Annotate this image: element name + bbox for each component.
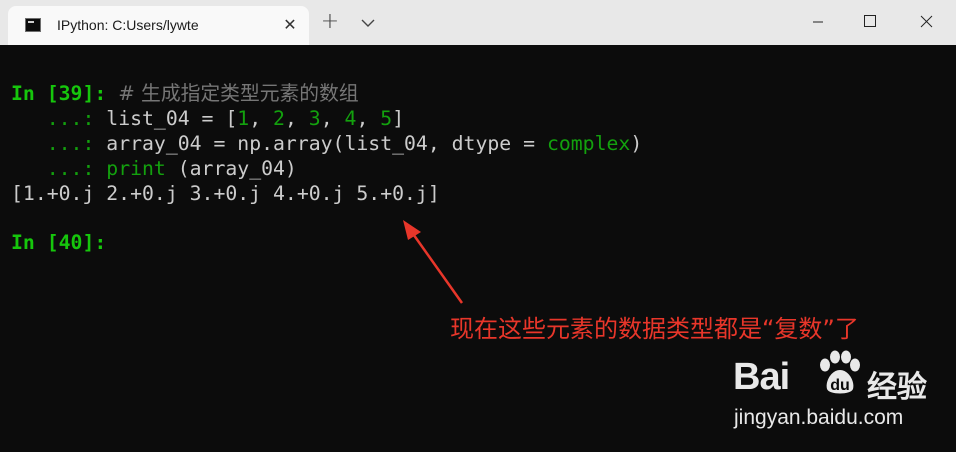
input-prompt: In [40]:	[11, 231, 107, 254]
number-literal: 2	[273, 107, 285, 130]
baidu-jingyan-watermark: Bai du 经验 jingyan.baidu.com	[733, 350, 948, 430]
input-line-40: In [40]:	[11, 231, 106, 255]
code-line: ...: array_04 = np.array(list_04, dtype …	[11, 132, 643, 156]
watermark-logo-tail: 经验	[867, 370, 927, 405]
new-tab-button[interactable]: +	[318, 10, 342, 34]
terminal-tab[interactable]: IPython: C:Users/lywte ✕	[8, 6, 309, 45]
code-text: ,	[284, 107, 309, 130]
code-text: ]	[392, 107, 405, 130]
code-line: ...: list_04 = [1, 2, 3, 4, 5]	[11, 107, 404, 131]
minimize-button[interactable]	[795, 0, 841, 45]
number-literal: 3	[308, 107, 321, 130]
tab-close-icon[interactable]: ✕	[280, 15, 300, 35]
continuation-prompt: ...:	[11, 107, 107, 130]
output-line: [1.+0.j 2.+0.j 3.+0.j 4.+0.j 5.+0.j]	[11, 182, 440, 205]
code-text: ,	[356, 107, 381, 130]
paw-icon: du	[820, 350, 860, 394]
watermark-url: jingyan.baidu.com	[734, 406, 904, 429]
terminal-icon	[25, 18, 41, 32]
continuation-prompt: ...:	[11, 157, 107, 180]
close-window-button[interactable]	[903, 0, 949, 45]
code-text: list_04 = [	[106, 107, 238, 130]
input-line-39: In [39]: # 生成指定类型元素的数组	[11, 82, 359, 106]
maximize-button[interactable]	[842, 0, 888, 45]
builtin-keyword: complex	[546, 132, 631, 155]
code-text: ,	[320, 107, 345, 130]
number-literal: 1	[237, 107, 250, 130]
svg-text:du: du	[830, 377, 850, 394]
code-text: array_04 = np.array(list_04, dtype =	[106, 132, 547, 155]
continuation-prompt: ...:	[11, 132, 107, 155]
tab-title: IPython: C:Users/lywte	[57, 17, 199, 33]
code-text: (array_04)	[165, 157, 297, 180]
code-comment: # 生成指定类型元素的数组	[118, 82, 359, 105]
input-prompt: In [39]:	[11, 82, 119, 105]
number-literal: 4	[344, 107, 357, 130]
code-text: )	[630, 132, 643, 155]
code-text: ,	[249, 107, 274, 130]
annotation-text: 现在这些元素的数据类型都是“复数”了	[450, 315, 859, 343]
title-bar: IPython: C:Users/lywte ✕ +	[0, 0, 956, 45]
watermark-logo: Bai	[733, 356, 790, 398]
number-literal: 5	[380, 107, 393, 130]
chevron-down-icon[interactable]	[358, 14, 378, 32]
builtin-keyword: print	[106, 157, 166, 180]
code-line: ...: print (array_04)	[11, 157, 297, 181]
